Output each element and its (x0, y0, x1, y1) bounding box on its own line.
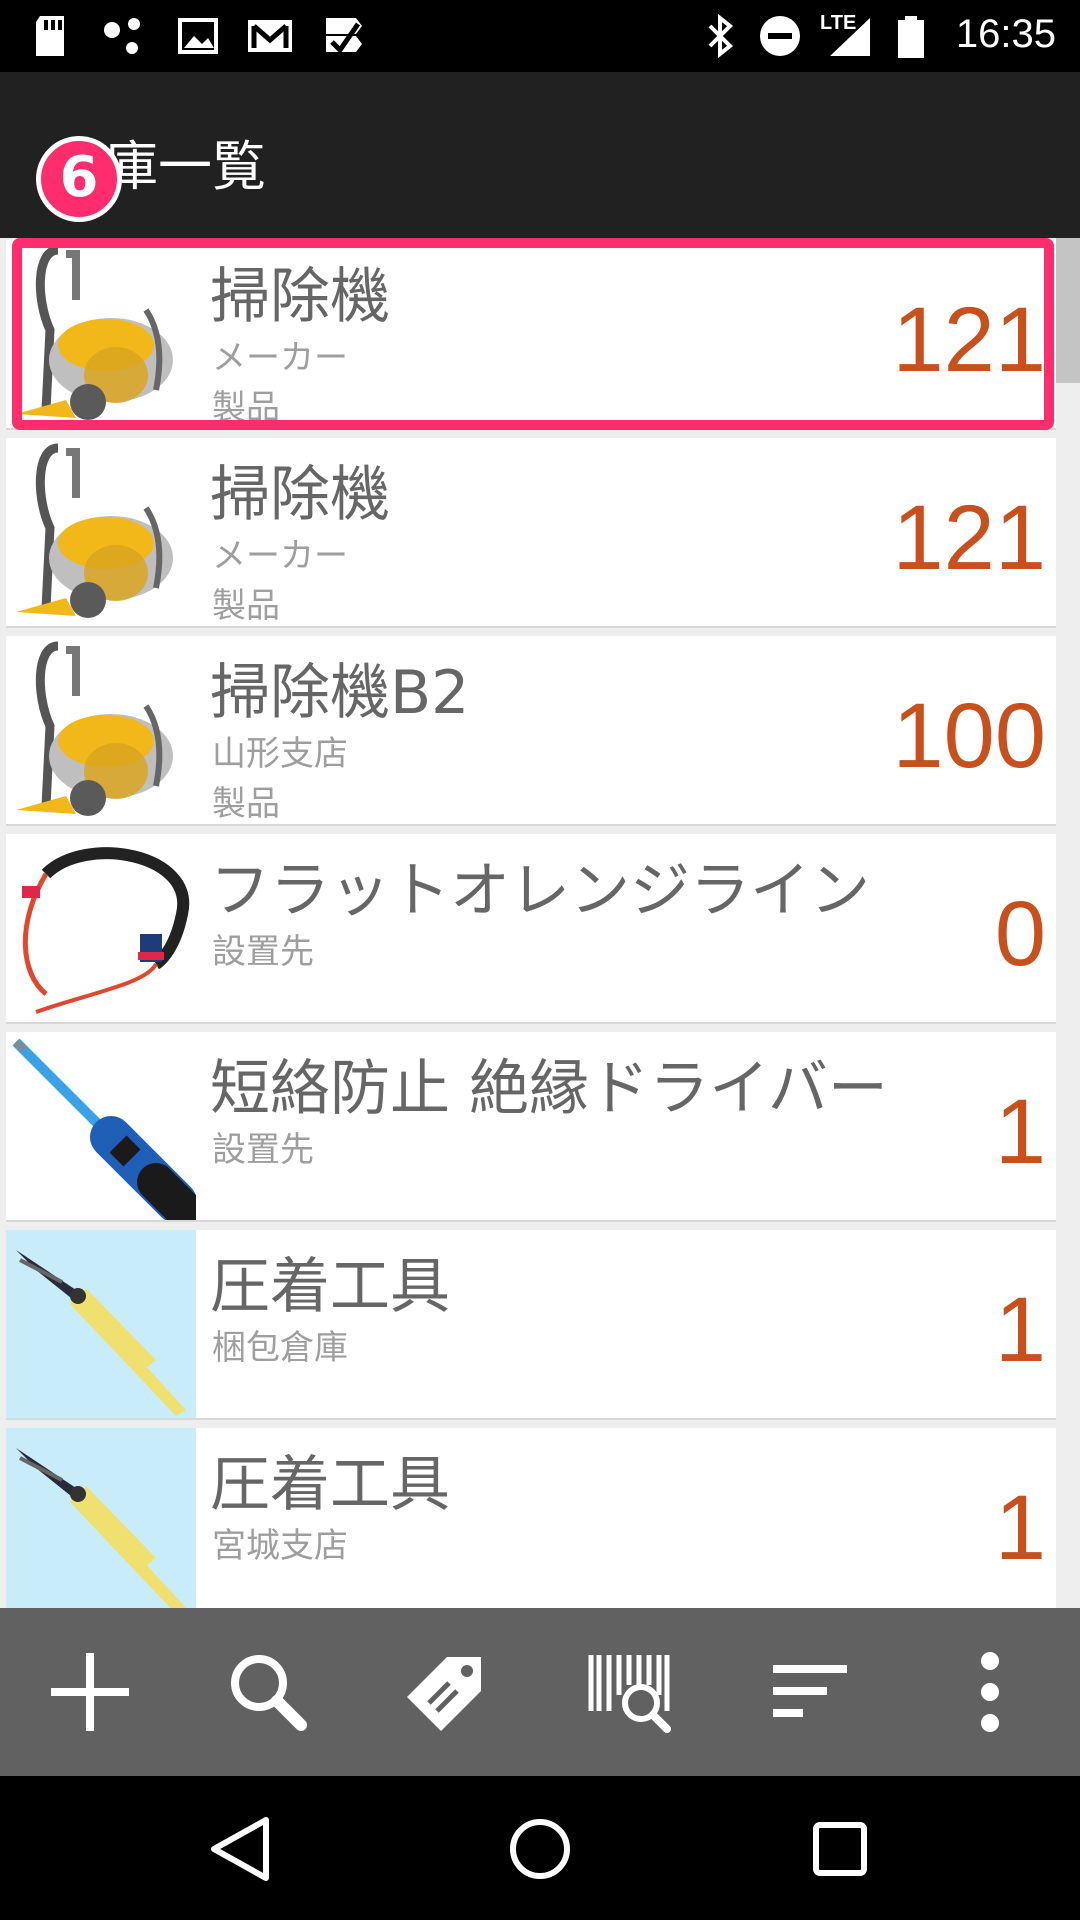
list-item[interactable]: 掃除機B2 山形支店製品 100 (6, 636, 1056, 826)
more-vert-icon (981, 1652, 999, 1732)
recents-icon (813, 1822, 867, 1876)
item-category: 製品 (212, 586, 280, 626)
back-button[interactable] (196, 1804, 286, 1894)
item-category: 製品 (212, 784, 280, 824)
item-thumbnail (6, 1230, 196, 1418)
item-name: 掃除機 (210, 460, 390, 530)
item-location: メーカー (212, 338, 348, 378)
item-quantity: 1 (994, 1279, 1046, 1381)
item-name: 短絡防止 絶縁ドライバー (210, 1054, 888, 1124)
signal-icon (830, 18, 870, 56)
list-item[interactable]: 圧着工具宮城支店 1 (6, 1428, 1056, 1608)
item-location: 山形支店 (212, 734, 348, 774)
clock: 16:35 (955, 12, 1056, 56)
item-name: 掃除機B2 (210, 658, 470, 728)
item-category: 製品 (212, 388, 280, 428)
list-item[interactable]: フラットオレンジライン設置先 0 (6, 834, 1056, 1024)
home-button[interactable] (495, 1804, 585, 1894)
item-location: 設置先 (212, 932, 314, 972)
step-badge: 6 (36, 136, 122, 222)
system-nav-bar (0, 1776, 1080, 1920)
inventory-list[interactable]: 掃除機 メーカー 製品 121 掃除機 メーカー 製品 121 掃除機B2 山形支店 製品 100… (0, 238, 1080, 1608)
item-thumbnail (6, 636, 196, 824)
list-item[interactable]: 短絡防止 絶縁ドライバー設置先 1 (6, 1032, 1056, 1222)
item-location: メーカー (212, 536, 348, 576)
tag-edit-icon (407, 1657, 481, 1731)
barcode-search-icon (588, 1655, 671, 1733)
item-location: 宮城支店 (212, 1526, 348, 1566)
list-item[interactable]: 掃除機メーカー製品 121 (6, 438, 1056, 628)
add-button[interactable] (40, 1642, 140, 1742)
recents-button[interactable] (795, 1804, 885, 1894)
item-quantity: 0 (994, 883, 1046, 985)
bottom-toolbar (0, 1608, 1080, 1776)
item-name: 圧着工具 (210, 1450, 450, 1520)
back-icon (211, 1817, 269, 1881)
image-icon (178, 18, 218, 54)
item-thumbnail (6, 834, 196, 1022)
do-not-disturb-icon (760, 16, 800, 56)
more-options-button[interactable] (940, 1642, 1040, 1742)
item-quantity: 121 (892, 289, 1047, 391)
item-thumbnail (6, 438, 196, 626)
dots-app-icon (104, 18, 140, 54)
item-thumbnail (6, 1428, 196, 1608)
barcode-search-button[interactable] (580, 1642, 680, 1742)
search-icon (231, 1655, 307, 1731)
item-quantity: 1 (994, 1477, 1046, 1579)
item-quantity: 121 (892, 487, 1047, 589)
item-quantity: 100 (892, 685, 1047, 787)
home-icon (510, 1819, 570, 1879)
search-button[interactable] (218, 1642, 318, 1742)
item-name: 掃除機 (210, 262, 390, 332)
item-location: 設置先 (212, 1130, 314, 1170)
scrollbar-thumb[interactable] (1056, 238, 1080, 383)
list-item[interactable]: 圧着工具梱包倉庫 1 (6, 1230, 1056, 1420)
gmail-icon (248, 20, 292, 52)
sort-icon (773, 1665, 847, 1717)
app-bar: 在庫一覧 (0, 72, 1080, 238)
item-thumbnail (6, 240, 196, 428)
item-name: 圧着工具 (210, 1252, 450, 1322)
add-icon (51, 1653, 129, 1731)
list-item[interactable]: 掃除機メーカー製品 121 (6, 240, 1056, 430)
battery-icon (898, 16, 924, 58)
item-location: 梱包倉庫 (212, 1328, 348, 1368)
task-check-icon (326, 18, 362, 54)
item-name: フラットオレンジライン (210, 856, 870, 926)
tag-edit-button[interactable] (396, 1642, 496, 1742)
sort-button[interactable] (760, 1642, 860, 1742)
status-bar: LTE 16:35 (0, 0, 1080, 72)
sd-card-icon (36, 16, 64, 56)
item-thumbnail (6, 1032, 196, 1220)
bluetooth-icon (708, 14, 733, 58)
item-quantity: 1 (994, 1081, 1046, 1183)
